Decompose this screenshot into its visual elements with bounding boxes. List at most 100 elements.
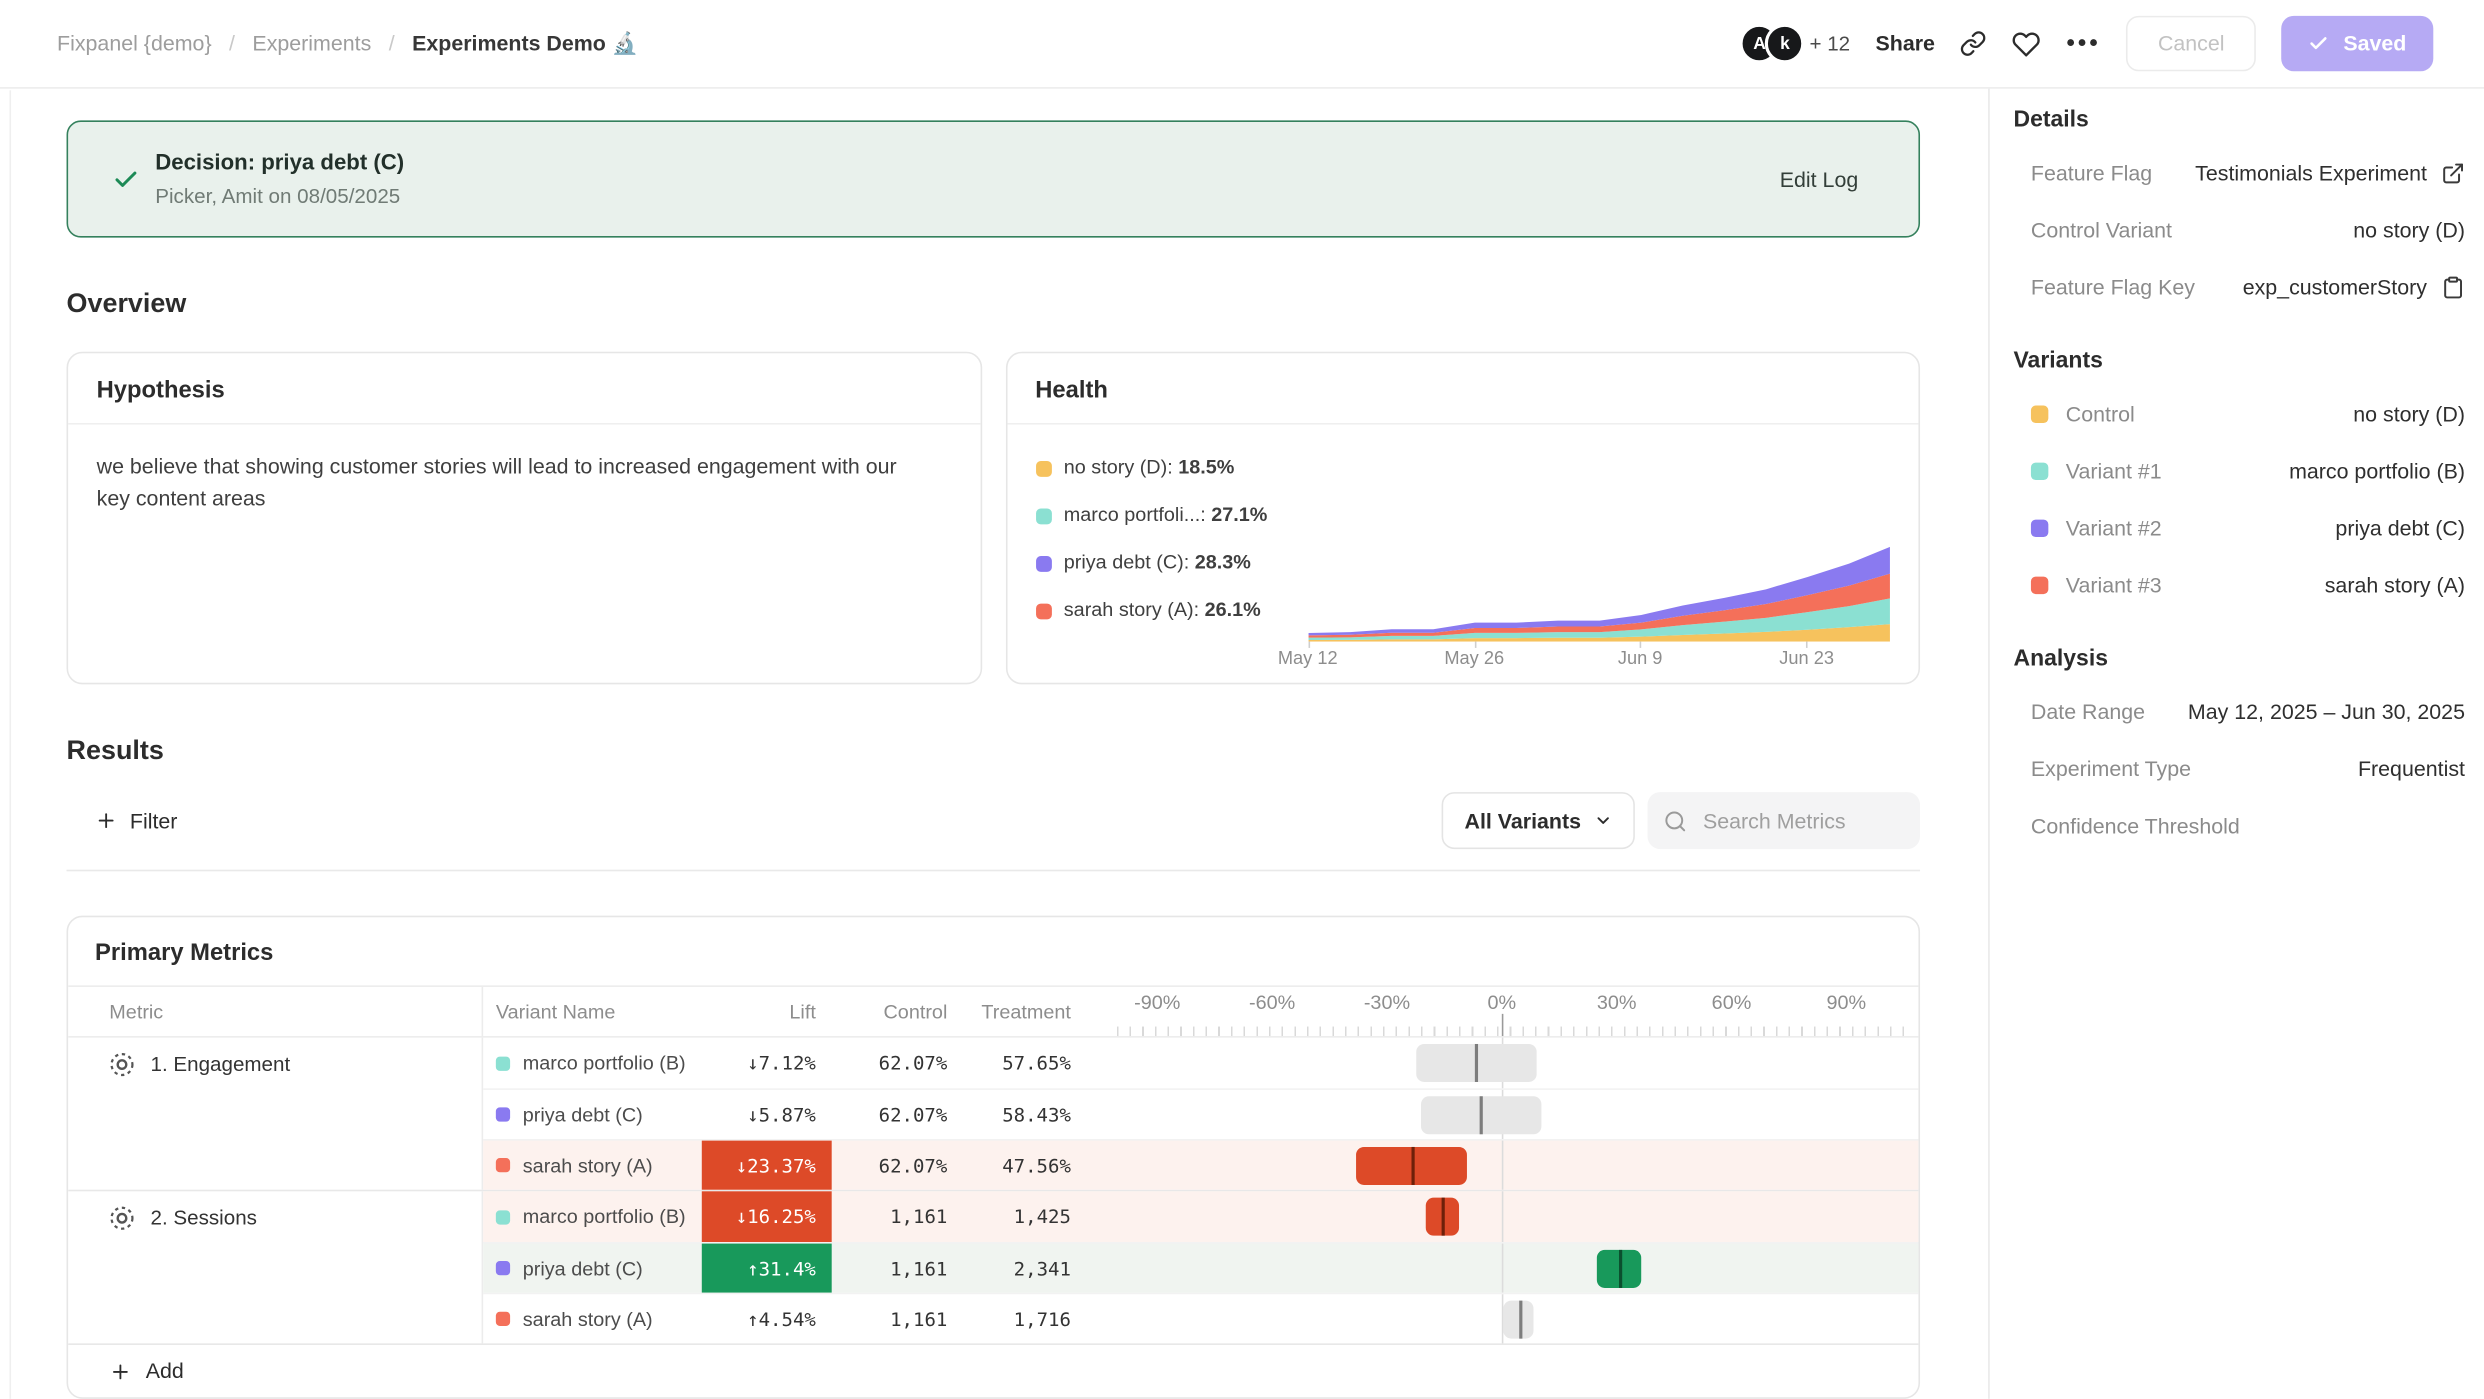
lift-marker: [1479, 1096, 1482, 1134]
add-metric-button[interactable]: Add: [68, 1344, 1918, 1398]
sidebar-row: Experiment Type Frequentist: [2031, 754, 2465, 784]
axis-label: 0%: [1487, 992, 1516, 1014]
sidebar-row: Confidence Threshold: [2031, 811, 2465, 841]
metric-row[interactable]: marco portfolio (B) ↓7.12% 62.07% 57.65%: [483, 1038, 1918, 1089]
x-axis-label: May 12: [1278, 650, 1338, 669]
edit-log-button[interactable]: Edit Log: [1770, 166, 1868, 193]
decision-title: Decision: priya debt (C): [155, 147, 404, 177]
variant-name: marco portfolio (B): [523, 1052, 686, 1074]
avatar-overflow-count[interactable]: + 12: [1809, 32, 1850, 56]
cancel-button[interactable]: Cancel: [2126, 16, 2256, 71]
sidebar-row: Variant #1 marco portfolio (B): [2031, 456, 2465, 486]
variant-swatch: [496, 1056, 510, 1070]
sidebar-row-value: no story (D): [2353, 402, 2465, 426]
metric-name: 1. Engagement: [150, 1052, 290, 1076]
sidebar-row-label: Confidence Threshold: [2031, 814, 2240, 838]
breadcrumb-experiments[interactable]: Experiments: [252, 32, 371, 56]
sidebar-row-value: May 12, 2025 – Jun 30, 2025: [2188, 700, 2465, 724]
search-metrics-input[interactable]: [1700, 807, 1890, 834]
control-value: 1,161: [832, 1257, 948, 1279]
sidebar-row-value: sarah story (A): [2325, 573, 2465, 597]
plus-icon: [95, 810, 117, 832]
more-options-button[interactable]: •••: [2066, 30, 2100, 57]
metric-group-rows: marco portfolio (B) ↓16.25% 1,161 1,425 …: [483, 1191, 1918, 1343]
control-value: 62.07%: [832, 1052, 948, 1074]
variant-cell: priya debt (C): [483, 1244, 702, 1293]
legend-item: priya debt (C): 28.3%: [1035, 553, 1307, 574]
metric-row[interactable]: priya debt (C) ↓5.87% 62.07% 58.43%: [483, 1089, 1918, 1140]
axis-label: -60%: [1249, 992, 1295, 1014]
lift-marker: [1519, 1301, 1522, 1339]
avatar-stack[interactable]: A k + 12: [1740, 24, 1850, 64]
metric-row[interactable]: priya debt (C) ↑31.4% 1,161 2,341: [483, 1242, 1918, 1293]
metric-row[interactable]: sarah story (A) ↓23.37% 62.07% 47.56%: [483, 1139, 1918, 1190]
sidebar-row-label: Variant #2: [2066, 516, 2162, 540]
copy-link-button[interactable]: [1960, 30, 1987, 57]
breadcrumb: Fixpanel {demo} / Experiments / Experime…: [57, 31, 638, 56]
variant-swatch: [496, 1210, 510, 1224]
variant-name: sarah story (A): [523, 1308, 653, 1330]
sidebar-row: Feature Flag Key exp_customerStory: [2031, 272, 2465, 302]
treatment-value: 1,716: [947, 1308, 1071, 1330]
avatar[interactable]: k: [1765, 24, 1805, 64]
metric-name-cell: 2. Sessions: [68, 1191, 483, 1343]
variants-section: Variants Control no story (D) Variant #1…: [2007, 349, 2465, 601]
search-metrics-box[interactable]: [1648, 792, 1920, 849]
confidence-interval-cell: [1109, 1191, 1919, 1242]
saved-button[interactable]: Saved: [2282, 16, 2434, 71]
zero-line: [1502, 1244, 1504, 1293]
sidebar-row-label: Control Variant: [2031, 219, 2172, 243]
sidebar-row-label: Feature Flag Key: [2031, 276, 2195, 300]
hypothesis-text: we believe that showing customer stories…: [68, 425, 963, 543]
lift-marker: [1441, 1198, 1444, 1236]
lift-value: ↓16.25%: [702, 1191, 832, 1242]
treatment-value: 2,341: [947, 1257, 1071, 1279]
axis-tick-marks: [1117, 1027, 1912, 1037]
sidebar-row-label: Experiment Type: [2031, 757, 2191, 781]
add-filter-button[interactable]: Filter: [95, 809, 177, 833]
main: Decision: priya debt (C) Picker, Amit on…: [0, 89, 2484, 1399]
control-value: 62.07%: [832, 1154, 948, 1176]
lift-value: ↓5.87%: [702, 1090, 832, 1139]
external-link-icon[interactable]: [2441, 162, 2465, 186]
variant-name: marco portfolio (B): [523, 1206, 686, 1228]
sidebar-row-label: Control: [2066, 402, 2135, 426]
variant-swatch: [2031, 463, 2048, 480]
treatment-value: 1,425: [947, 1206, 1071, 1228]
x-axis-tick: [1807, 642, 1809, 648]
lift-value: ↑4.54%: [702, 1294, 832, 1343]
breadcrumb-separator: /: [389, 32, 395, 56]
sidebar-row-value: Frequentist: [2358, 757, 2465, 781]
variant-name: priya debt (C): [523, 1257, 643, 1279]
legend-swatch: [1035, 508, 1051, 524]
x-axis-label: Jun 23: [1779, 650, 1834, 669]
decision-banner-text: Decision: priya debt (C) Picker, Amit on…: [155, 147, 404, 210]
health-chart: May 12May 26Jun 9Jun 23: [1308, 425, 1890, 671]
top-bar: Fixpanel {demo} / Experiments / Experime…: [0, 0, 2484, 89]
confidence-interval-cell: [1109, 1244, 1919, 1293]
decision-banner: Decision: priya debt (C) Picker, Amit on…: [67, 120, 1920, 237]
variant-name: priya debt (C): [523, 1104, 643, 1126]
health-card-body: no story (D): 18.5%marco portfoli...: 27…: [1007, 425, 1919, 683]
axis-label: -90%: [1134, 992, 1180, 1014]
legend-item: marco portfoli...: 27.1%: [1035, 505, 1307, 526]
x-axis-tick: [1474, 642, 1476, 648]
breadcrumb-project[interactable]: Fixpanel {demo}: [57, 32, 212, 56]
zero-line: [1502, 1141, 1504, 1190]
variant-column-header: Variant Name: [483, 1001, 702, 1023]
metric-row[interactable]: marco portfolio (B) ↓16.25% 1,161 1,425: [483, 1191, 1918, 1242]
hypothesis-card: Hypothesis we believe that showing custo…: [67, 352, 982, 685]
control-column-header: Control: [832, 1001, 948, 1023]
variants-dropdown[interactable]: All Variants: [1442, 792, 1635, 849]
metric-row[interactable]: sarah story (A) ↑4.54% 1,161 1,716: [483, 1293, 1918, 1344]
variant-swatch: [496, 1261, 510, 1275]
details-heading: Details: [2013, 108, 2464, 133]
copy-icon[interactable]: [2441, 276, 2465, 300]
sidebar-row-value: Testimonials Experiment: [2195, 162, 2465, 186]
share-button[interactable]: Share: [1875, 32, 1934, 56]
variant-cell: marco portfolio (B): [483, 1191, 702, 1242]
legend-label: marco portfoli...: 27.1%: [1064, 505, 1268, 526]
x-axis-label: May 26: [1444, 650, 1504, 669]
axis-label: 90%: [1827, 992, 1867, 1014]
favorite-button[interactable]: [2013, 29, 2042, 58]
